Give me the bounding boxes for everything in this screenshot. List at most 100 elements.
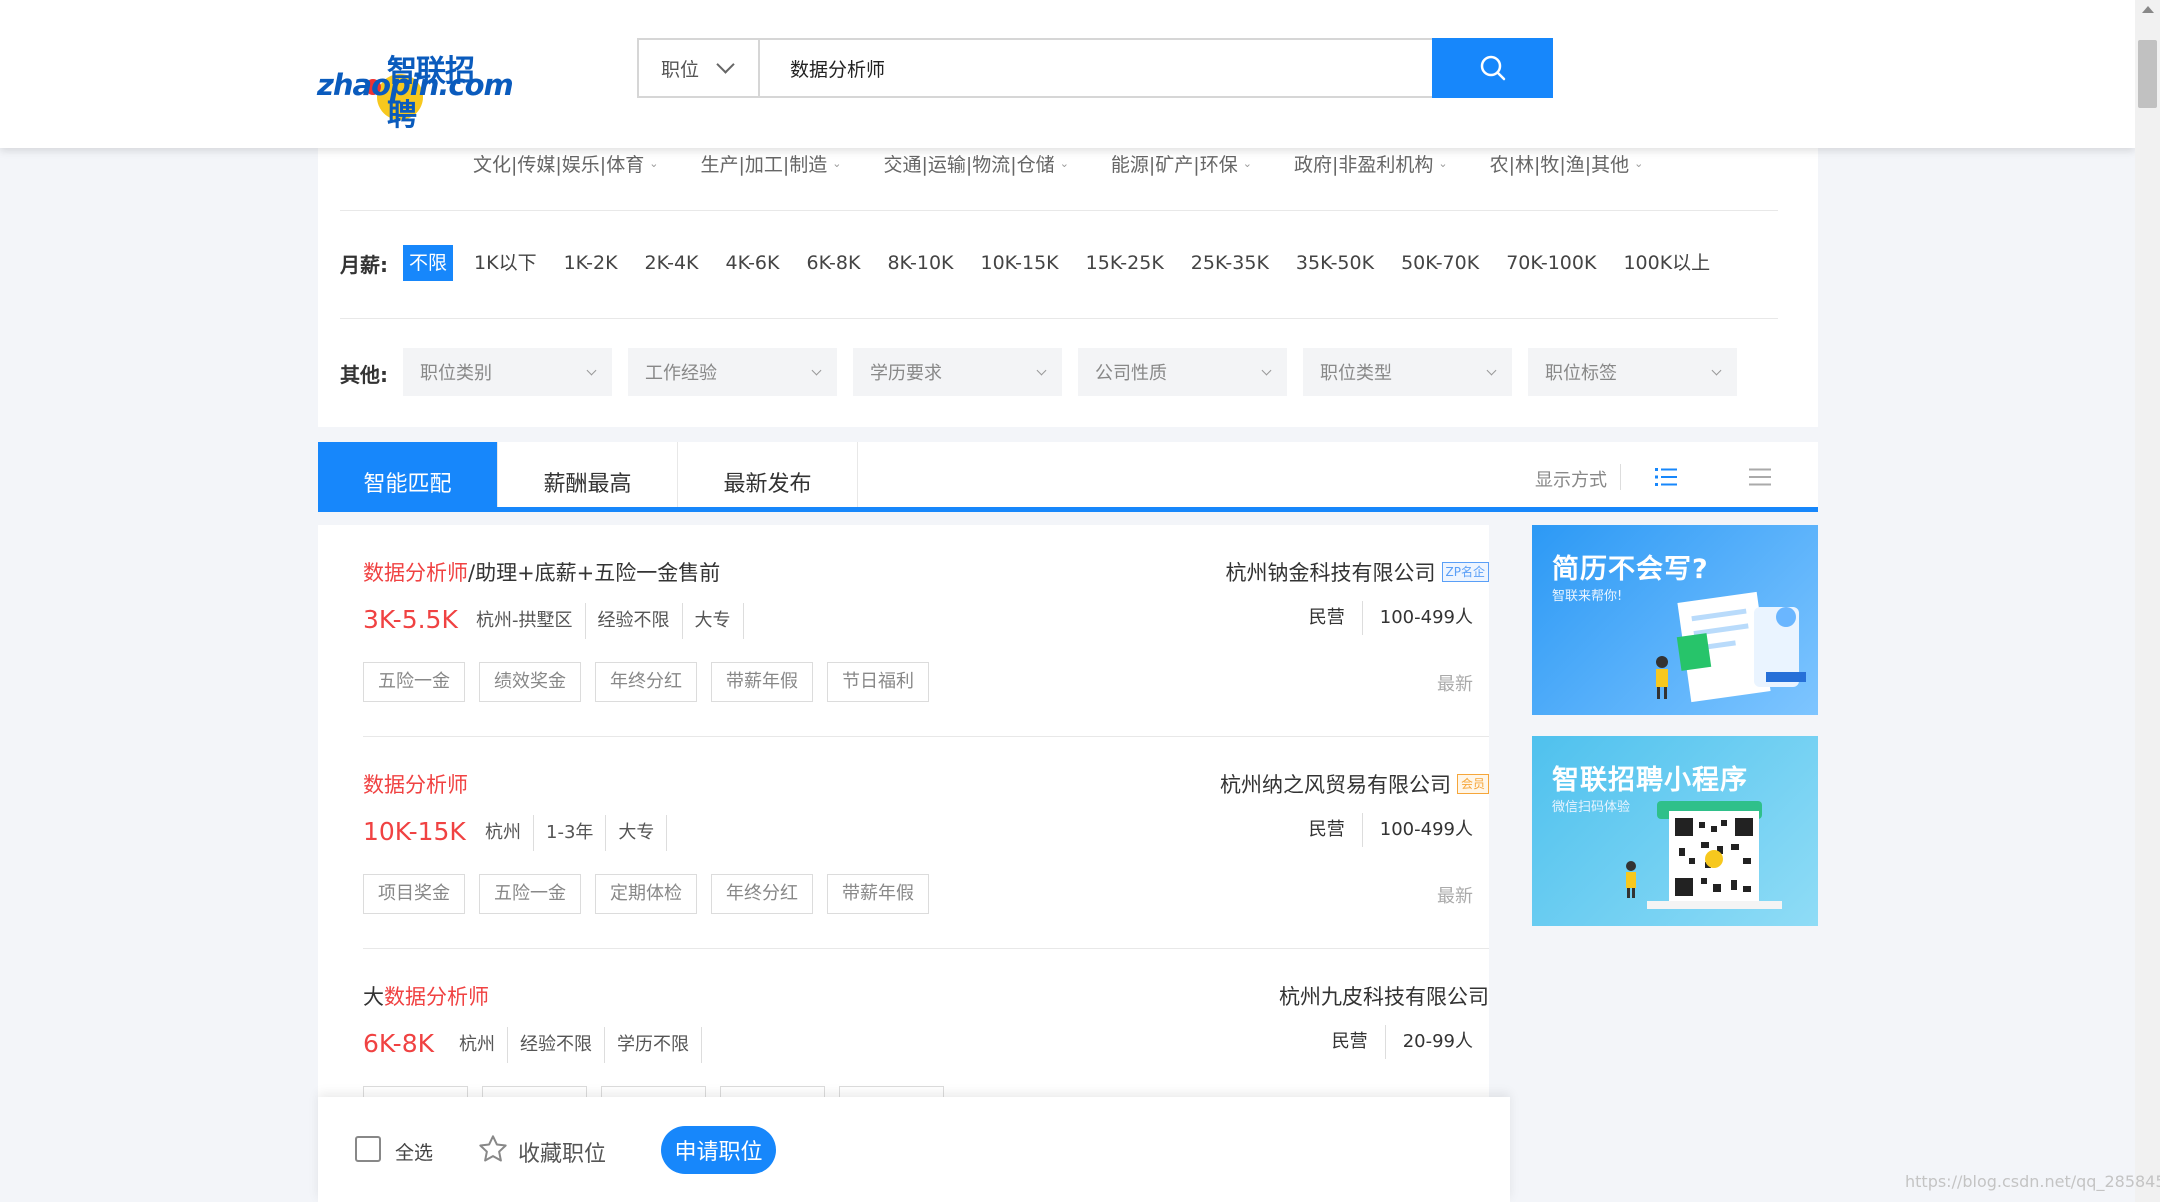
- job-salary: 3K-5.5K: [363, 605, 458, 634]
- title-prefix: 大: [363, 985, 384, 1009]
- banner-subtitle: 智联来帮你!: [1552, 589, 1623, 604]
- scroll-thumb[interactable]: [2138, 40, 2157, 108]
- company-name[interactable]: 杭州纳之风贸易有限公司 会员: [1220, 769, 1489, 799]
- favorite-job-button[interactable]: 收藏职位: [518, 1136, 606, 1168]
- search-type-label: 职位: [661, 58, 700, 81]
- filter-dropdown-job-tag[interactable]: 职位标签: [1528, 348, 1737, 396]
- industry-item[interactable]: 生产|加工|制造 ⌄: [700, 148, 841, 178]
- search-icon: [1480, 55, 1505, 81]
- industry-item[interactable]: 交通|运输|物流|仓储 ⌄: [883, 148, 1068, 178]
- salary-option[interactable]: 15K-25K: [1080, 245, 1170, 281]
- job-title[interactable]: 大数据分析师: [363, 981, 489, 1011]
- industry-item[interactable]: 农|林|牧|渔|其他 ⌄: [1490, 148, 1644, 178]
- company-size: 20-99人: [1402, 1031, 1473, 1052]
- select-all-checkbox[interactable]: [355, 1136, 381, 1162]
- filter-dropdown-experience[interactable]: 工作经验: [628, 348, 837, 396]
- industry-label: 文化|传媒|娱乐|体育: [473, 153, 645, 176]
- salary-option[interactable]: 1K以下: [468, 245, 543, 281]
- chevron-down-icon: ⌄: [1059, 156, 1069, 170]
- company-name[interactable]: 杭州钠金科技有限公司 ZP名企: [1226, 557, 1489, 587]
- select-all-label[interactable]: 全选: [395, 1138, 433, 1165]
- salary-option[interactable]: 50K-70K: [1395, 245, 1485, 281]
- job-title[interactable]: 数据分析师/助理+底薪+五险一金售前: [363, 557, 720, 587]
- job-education: 大专: [683, 603, 744, 639]
- logo-cn-text: 智联招聘: [387, 54, 475, 133]
- divider: [340, 210, 1778, 211]
- company-name-text[interactable]: 杭州纳之风贸易有限公司: [1220, 769, 1451, 799]
- tab-highest-salary[interactable]: 薪酬最高: [498, 442, 678, 507]
- tab-smart-match[interactable]: 智能匹配: [318, 442, 498, 507]
- simple-list-view-icon[interactable]: [1748, 465, 1772, 489]
- welfare-tag: 绩效奖金: [479, 662, 581, 702]
- job-newest-label: 最新: [1437, 674, 1473, 695]
- chevron-down-icon: [1036, 365, 1047, 375]
- chevron-down-icon: [716, 54, 735, 74]
- divider: [1620, 464, 1621, 490]
- search-box: 职位: [637, 38, 1553, 98]
- dropdown-label: 工作经验: [645, 363, 717, 384]
- salary-option[interactable]: 2K-4K: [639, 245, 705, 281]
- search-type-select[interactable]: 职位: [639, 40, 760, 96]
- tab-latest[interactable]: 最新发布: [678, 442, 858, 507]
- zp-badge: ZP名企: [1441, 562, 1489, 582]
- salary-option[interactable]: 70K-100K: [1500, 245, 1602, 281]
- zhaopin-logo[interactable]: zhaopin.com 智联招聘: [317, 46, 514, 133]
- mini-program-banner[interactable]: 智联招聘小程序 微信扫码体验: [1532, 736, 1818, 926]
- bottom-action-bar: 全选 收藏职位 申请职位: [318, 1097, 1510, 1202]
- filter-dropdown-education[interactable]: 学历要求: [853, 348, 1062, 396]
- welfare-tag: 项目奖金: [363, 874, 465, 914]
- salary-option-selected[interactable]: 不限: [403, 245, 454, 281]
- job-title[interactable]: 数据分析师: [363, 769, 468, 799]
- salary-option[interactable]: 8K-10K: [881, 245, 959, 281]
- watermark-text: https://blog.csdn.net/qq_2858455: [1905, 1172, 2160, 1191]
- salary-option[interactable]: 25K-35K: [1185, 245, 1275, 281]
- company-name-text[interactable]: 杭州钠金科技有限公司: [1226, 557, 1436, 587]
- salary-option[interactable]: 1K-2K: [558, 245, 624, 281]
- welfare-tag: 五险一金: [363, 662, 465, 702]
- job-education: 大专: [606, 815, 668, 851]
- salary-option[interactable]: 6K-8K: [800, 245, 866, 281]
- job-education: 学历不限: [605, 1027, 702, 1063]
- job-card[interactable]: 数据分析师/助理+底薪+五险一金售前 3K-5.5K 杭州-拱墅区 经验不限 大…: [363, 525, 1489, 737]
- industry-item[interactable]: 文化|传媒|娱乐|体育 ⌄: [473, 148, 658, 178]
- company-type: 民营: [1315, 1025, 1386, 1059]
- other-filter-row: 职位类别 工作经验 学历要求 公司性质 职位类型 职位标签: [403, 348, 1737, 396]
- apply-job-button[interactable]: 申请职位: [661, 1126, 776, 1174]
- filter-dropdown-company-type[interactable]: 公司性质: [1078, 348, 1287, 396]
- salary-filter-label: 月薪:: [340, 253, 388, 277]
- chevron-down-icon: [586, 365, 597, 375]
- job-card[interactable]: 数据分析师 10K-15K 杭州 1-3年 大专 项目奖金 五险一金 定期体检 …: [363, 737, 1489, 949]
- filter-dropdown-job-type[interactable]: 职位类型: [1303, 348, 1512, 396]
- dropdown-label: 职位类型: [1320, 363, 1392, 384]
- industry-item[interactable]: 能源|矿产|环保 ⌄: [1111, 148, 1252, 178]
- search-button[interactable]: [1432, 38, 1553, 98]
- welfare-tag: 年终分红: [595, 662, 697, 702]
- chevron-down-icon: ⌄: [1242, 156, 1252, 170]
- scroll-up-arrow-icon[interactable]: [2142, 6, 2154, 13]
- star-icon[interactable]: [477, 1133, 509, 1165]
- filter-dropdown-category[interactable]: 职位类别: [403, 348, 612, 396]
- company-info: 民营 20-99人: [1315, 1025, 1473, 1059]
- salary-option[interactable]: 35K-50K: [1290, 245, 1380, 281]
- salary-option[interactable]: 4K-6K: [720, 245, 786, 281]
- salary-option[interactable]: 10K-15K: [975, 245, 1065, 281]
- company-name[interactable]: 杭州九皮科技有限公司: [1279, 981, 1489, 1011]
- job-meta: 杭州-拱墅区 经验不限 大专: [476, 603, 744, 639]
- industry-label: 生产|加工|制造: [700, 153, 828, 176]
- page-scrollbar[interactable]: [2135, 0, 2160, 1202]
- salary-option[interactable]: 100K以上: [1617, 245, 1716, 281]
- dropdown-label: 职位类别: [420, 363, 492, 384]
- industry-item[interactable]: 政府|非盈利机构 ⌄: [1294, 148, 1448, 178]
- detailed-list-view-icon[interactable]: [1654, 465, 1678, 489]
- resume-help-banner[interactable]: 简历不会写? 智联来帮你!: [1532, 525, 1818, 715]
- welfare-tag: 年终分红: [711, 874, 813, 914]
- job-newest-label: 最新: [1437, 886, 1473, 907]
- job-meta: 杭州 1-3年 大专: [485, 815, 668, 851]
- job-location: 杭州-拱墅区: [476, 603, 586, 639]
- dropdown-label: 公司性质: [1095, 363, 1167, 384]
- company-name-text[interactable]: 杭州九皮科技有限公司: [1279, 981, 1489, 1011]
- company-type: 民营: [1292, 601, 1363, 635]
- welfare-tag: 带薪年假: [827, 874, 929, 914]
- chevron-down-icon: ⌄: [649, 156, 659, 170]
- filter-panel: 文化|传媒|娱乐|体育 ⌄ 生产|加工|制造 ⌄ 交通|运输|物流|仓储 ⌄ 能源|矿…: [318, 148, 1818, 427]
